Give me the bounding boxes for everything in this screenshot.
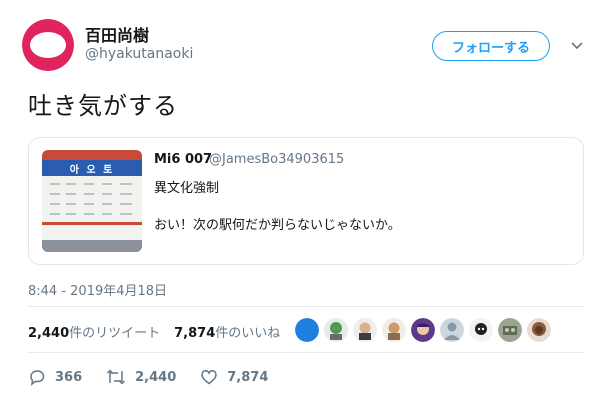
tweet-text: 吐き気がする xyxy=(28,92,178,120)
retweet-icon xyxy=(107,369,126,385)
author-handle[interactable]: @hyakutanaoki xyxy=(85,46,193,62)
quoted-tweet-image[interactable]: 아 오 토 xyxy=(42,150,142,252)
retweets-stat-count: 2,440 xyxy=(28,326,70,341)
liker-avatar[interactable] xyxy=(440,318,464,342)
chevron-down-icon[interactable] xyxy=(570,41,584,51)
retweets-stat-label: 件のリツイート xyxy=(69,326,161,341)
quoted-author-name: Mi6 007 xyxy=(154,152,213,167)
heart-icon xyxy=(201,370,218,385)
reply-button[interactable]: 366 xyxy=(28,368,82,386)
tweet-timestamp[interactable]: 8:44 - 2019年4月18日 xyxy=(28,280,167,299)
engagement-stats: 2,440件のリツイート 7,874件のいいね xyxy=(28,322,294,341)
liker-avatar[interactable] xyxy=(527,318,551,342)
quoted-author-handle: @JamesBo34903615 xyxy=(209,152,345,167)
follow-button[interactable]: フォローする xyxy=(432,31,550,61)
divider xyxy=(28,352,584,353)
liker-avatar[interactable] xyxy=(295,318,319,342)
liker-avatar[interactable] xyxy=(382,318,406,342)
like-button[interactable]: 7,874 xyxy=(200,368,268,386)
reply-icon xyxy=(30,370,45,386)
avatar-logo-icon xyxy=(22,19,74,71)
liker-avatar[interactable] xyxy=(469,318,493,342)
likes-stat[interactable]: 7,874件のいいね xyxy=(174,322,280,341)
quoted-tweet-line-1: 異文化強制 xyxy=(154,181,220,196)
liker-avatar[interactable] xyxy=(498,318,522,342)
liker-avatar[interactable] xyxy=(411,318,435,342)
retweets-stat[interactable]: 2,440件のリツイート xyxy=(28,322,160,341)
tweet-actions: 366 2,440 7,874 xyxy=(28,368,292,386)
station-sign-text: 아 오 토 xyxy=(69,165,115,176)
retweet-button[interactable]: 2,440 xyxy=(106,368,176,386)
likes-stat-label: 件のいいね xyxy=(215,326,281,341)
likes-stat-count: 7,874 xyxy=(174,326,216,341)
reply-count: 366 xyxy=(55,369,83,385)
liker-avatar[interactable] xyxy=(324,318,348,342)
liker-avatar[interactable] xyxy=(353,318,377,342)
author-name[interactable]: 百田尚樹 xyxy=(85,22,149,46)
author-avatar[interactable] xyxy=(22,19,74,71)
divider xyxy=(28,306,584,307)
quoted-tweet-line-2: おい！次の駅何だか判らないじゃないか。 xyxy=(154,218,401,233)
likers-avatar-row xyxy=(295,318,556,342)
like-count: 7,874 xyxy=(227,369,269,385)
quoted-tweet-card[interactable]: 아 오 토 Mi6 007 @JamesBo34903615 異文化強制 おい！… xyxy=(28,137,584,265)
retweet-count: 2,440 xyxy=(135,369,177,385)
